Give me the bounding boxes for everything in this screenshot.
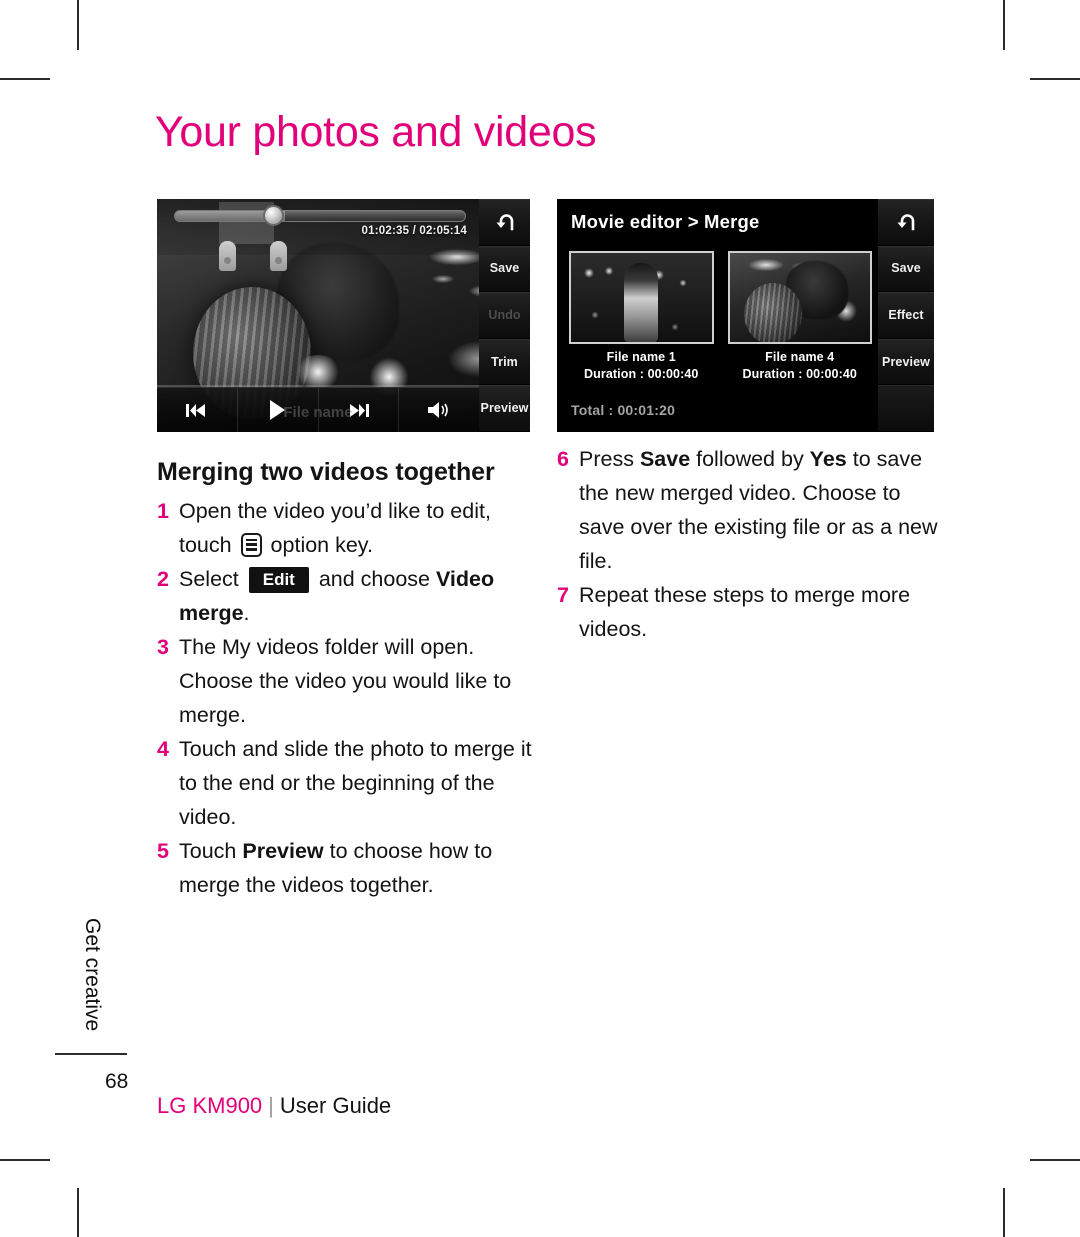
step-2-prefix: Select — [179, 567, 245, 591]
prev-track-button[interactable] — [157, 388, 238, 432]
back-arrow-icon — [494, 212, 516, 232]
crop-mark-bottom-right-horizontal — [1030, 1159, 1080, 1161]
step-5-prefix: Touch — [179, 839, 243, 863]
merge-clip-item[interactable]: File name 4 Duration : 00:00:40 — [727, 251, 872, 381]
screenshot2-sidebar: Save Effect Preview — [878, 199, 934, 432]
tyre-shape — [743, 283, 802, 342]
footer-separator: | — [268, 1093, 274, 1118]
step-number: 3 — [157, 635, 169, 659]
screenshot-movie-editor-merge: Movie editor > Merge File name 1 Duratio… — [557, 199, 934, 432]
back-button[interactable] — [479, 199, 530, 246]
volume-button[interactable] — [399, 388, 479, 432]
step-3: 3 The My videos folder will open. Choose… — [157, 630, 535, 732]
edit-badge: Edit — [248, 567, 309, 593]
footer-brand: LG KM900 | User Guide — [157, 1093, 391, 1119]
left-text-column: Merging two videos together 1 Open the v… — [157, 456, 535, 902]
timeline-bar[interactable]: 01:02:35 / 02:05:14 — [157, 199, 479, 255]
step-1: 1 Open the video you’d like to edit, tou… — [157, 494, 535, 562]
section-side-tab: Get creative — [81, 918, 104, 1032]
page-title: Your photos and videos — [155, 108, 597, 156]
step-6-bold-yes: Yes — [809, 447, 847, 471]
transport-controls: File name — [157, 387, 479, 432]
step-1-suffix: option key. — [264, 533, 373, 557]
crop-mark-bottom-left-vertical — [77, 1188, 79, 1237]
step-number: 7 — [557, 583, 569, 607]
preview-button[interactable]: Preview — [479, 385, 530, 432]
empty-button-slot — [878, 385, 934, 432]
step-6-bold-save: Save — [639, 447, 691, 471]
step-2-suffix: . — [243, 601, 250, 625]
step-text: Touch and slide the photo to merge it to… — [179, 737, 532, 829]
step-7: 7 Repeat these steps to merge more video… — [557, 578, 943, 646]
screenshot1-sidebar: Save Undo Trim Preview — [479, 199, 530, 432]
back-button[interactable] — [878, 199, 934, 246]
crop-mark-top-left-vertical — [77, 0, 79, 50]
step-6-prefix: Press — [579, 447, 640, 471]
step-5: 5 Touch Preview to choose how to merge t… — [157, 834, 535, 902]
preview-button[interactable]: Preview — [878, 338, 934, 386]
page-number: 68 — [105, 1070, 129, 1093]
crop-mark-bottom-right-vertical — [1003, 1188, 1005, 1237]
brand-name: LG KM900 — [157, 1093, 263, 1118]
screenshot-video-editor: 01:02:35 / 02:05:14 File name Save Undo … — [157, 199, 530, 432]
merge-screen-title: Movie editor > Merge — [571, 211, 760, 232]
guide-label: User Guide — [279, 1093, 392, 1118]
volume-icon — [427, 401, 451, 419]
step-text: Press Save followed by Yes to save the n… — [579, 442, 943, 578]
step-number: 6 — [557, 447, 569, 471]
clip-name: File name 1 — [606, 350, 676, 364]
save-button[interactable]: Save — [479, 245, 530, 293]
step-number: 2 — [157, 567, 169, 591]
trim-marker-start[interactable] — [219, 241, 236, 271]
clip-thumbnail[interactable] — [569, 251, 714, 344]
right-text-column: 6 Press Save followed by Yes to save the… — [557, 442, 943, 646]
step-number: 4 — [157, 737, 169, 761]
clip-name: File name 4 — [765, 350, 835, 364]
step-6-mid: followed by — [690, 447, 810, 471]
trim-button[interactable]: Trim — [479, 338, 530, 386]
option-key-icon — [240, 533, 262, 557]
effect-button[interactable]: Effect — [878, 292, 934, 339]
next-track-icon — [348, 403, 369, 418]
clip-duration: Duration : 00:00:40 — [584, 367, 699, 381]
step-text: Open the video you’d like to edit, touch… — [179, 494, 535, 562]
trim-marker-end[interactable] — [270, 241, 287, 271]
timeline-scrubber-handle[interactable] — [262, 205, 284, 226]
headlight-glow — [295, 355, 341, 389]
crop-mark-top-right-horizontal — [1030, 78, 1080, 80]
merge-clip-list: File name 1 Duration : 00:00:40 File nam… — [569, 251, 872, 381]
clip-thumbnail[interactable] — [727, 251, 872, 344]
figure-shape — [624, 263, 659, 342]
prev-track-icon — [186, 403, 207, 418]
timecode-label: 01:02:35 / 02:05:14 — [361, 225, 467, 237]
step-2-mid: and choose — [312, 567, 436, 591]
crop-mark-top-left-horizontal — [0, 78, 50, 80]
next-track-button[interactable] — [319, 388, 400, 432]
merge-clip-item[interactable]: File name 1 Duration : 00:00:40 — [569, 251, 714, 381]
crop-mark-bottom-left-horizontal — [0, 1159, 50, 1161]
clip-duration: Duration : 00:00:40 — [742, 367, 857, 381]
timeline-track[interactable] — [174, 210, 466, 222]
total-duration-label: Total : 00:01:20 — [571, 402, 676, 418]
step-4: 4 Touch and slide the photo to merge it … — [157, 732, 535, 834]
step-6: 6 Press Save followed by Yes to save the… — [557, 442, 943, 578]
play-button[interactable] — [238, 388, 319, 432]
step-number: 1 — [157, 499, 169, 523]
save-button[interactable]: Save — [878, 245, 934, 293]
crop-mark-top-right-vertical — [1003, 0, 1005, 50]
step-number: 5 — [157, 839, 169, 863]
section-heading: Merging two videos together — [157, 458, 495, 486]
undo-button[interactable]: Undo — [479, 292, 530, 339]
step-5-bold: Preview — [242, 839, 324, 863]
step-text: The My videos folder will open. Choose t… — [179, 635, 512, 727]
back-arrow-icon — [895, 212, 917, 232]
step-text: Repeat these steps to merge more videos. — [579, 583, 911, 641]
footer-divider-rule — [55, 1053, 127, 1055]
step-text: Select Edit and choose Video merge. — [179, 562, 535, 630]
step-2: 2 Select Edit and choose Video merge. — [157, 562, 535, 630]
play-icon — [269, 400, 286, 420]
step-text: Touch Preview to choose how to merge the… — [179, 834, 535, 902]
